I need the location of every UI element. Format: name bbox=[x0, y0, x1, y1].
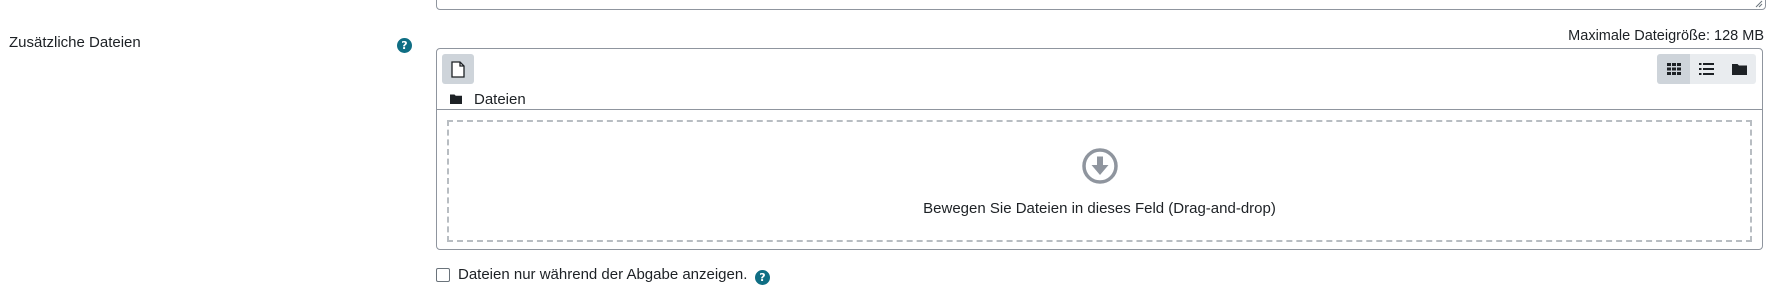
divider bbox=[437, 109, 1762, 110]
breadcrumb-label: Dateien bbox=[474, 90, 526, 108]
show-files-checkbox[interactable] bbox=[436, 267, 450, 282]
view-tree-button[interactable] bbox=[1723, 54, 1756, 84]
field-label: Zusätzliche Dateien bbox=[9, 34, 141, 51]
show-files-during-submission-row: Dateien nur während der Abgabe anzeigen. bbox=[436, 266, 747, 283]
show-files-checkbox-label[interactable]: Dateien nur während der Abgabe anzeigen. bbox=[458, 266, 747, 283]
download-arrow-circle-icon bbox=[1081, 148, 1118, 184]
file-manager: Dateien Bewegen Sie Dateien in dieses Fe… bbox=[436, 48, 1763, 250]
breadcrumb[interactable]: Dateien bbox=[450, 88, 526, 110]
view-mode-switcher bbox=[1657, 54, 1756, 84]
question-circle-icon[interactable]: ? bbox=[755, 270, 770, 285]
list-icon bbox=[1699, 63, 1714, 75]
dropzone[interactable]: Bewegen Sie Dateien in dieses Feld (Drag… bbox=[447, 120, 1752, 242]
question-circle-icon[interactable]: ? bbox=[397, 38, 412, 53]
max-file-size: Maximale Dateigröße: 128 MB bbox=[1568, 28, 1764, 44]
grid-icon bbox=[1666, 63, 1681, 75]
view-list-button[interactable] bbox=[1690, 54, 1723, 84]
folder-icon bbox=[450, 94, 462, 104]
resize-grip-icon[interactable] bbox=[1755, 0, 1763, 8]
view-icons-button[interactable] bbox=[1657, 54, 1690, 84]
add-file-button[interactable] bbox=[442, 54, 474, 84]
folder-icon bbox=[1732, 64, 1747, 75]
file-icon bbox=[451, 60, 465, 78]
description-textarea[interactable] bbox=[436, 0, 1766, 10]
dropzone-text: Bewegen Sie Dateien in dieses Feld (Drag… bbox=[923, 200, 1276, 217]
